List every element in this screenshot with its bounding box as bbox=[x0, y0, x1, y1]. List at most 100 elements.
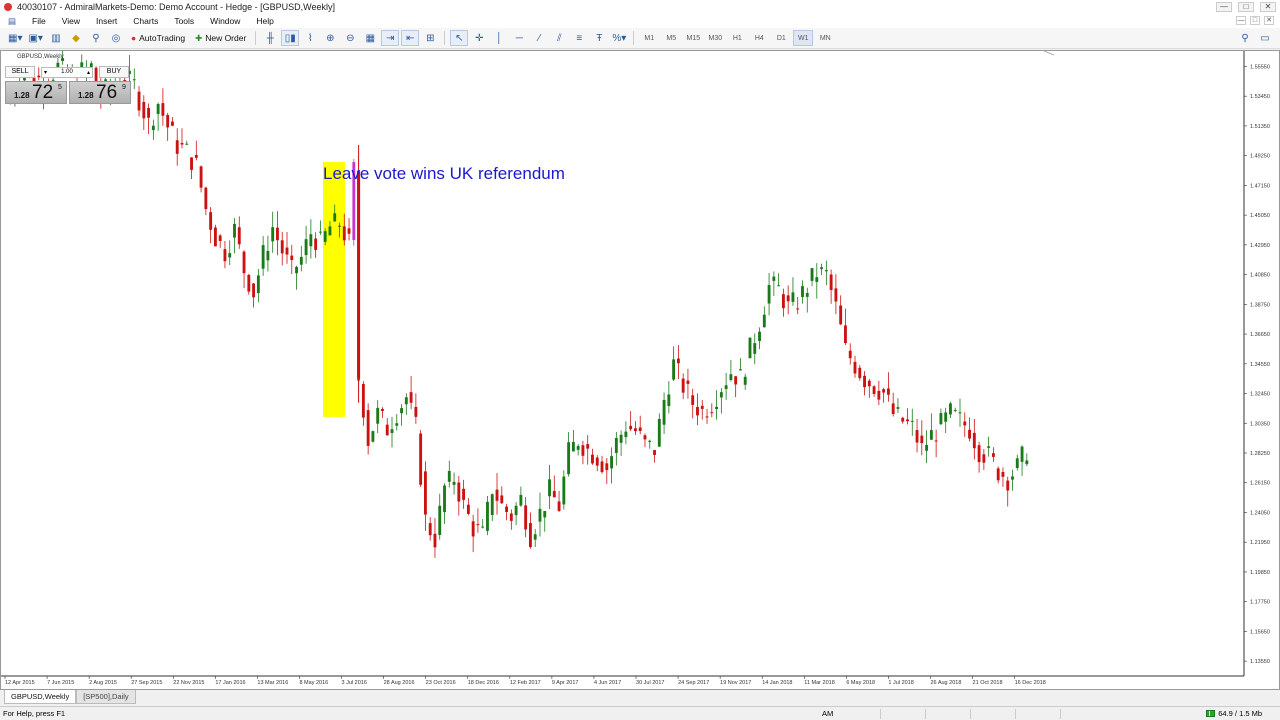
timeframe-m5[interactable]: M5 bbox=[661, 30, 681, 46]
timeframe-m15[interactable]: M15 bbox=[683, 30, 703, 46]
candle-body bbox=[457, 482, 461, 502]
candle-body bbox=[242, 251, 246, 274]
text-tool-icon[interactable]: Ŧ bbox=[590, 30, 608, 46]
line-chart-icon[interactable]: ⌇ bbox=[301, 30, 319, 46]
y-tick-label: 1.36650 bbox=[1250, 332, 1270, 338]
candle-body bbox=[223, 249, 227, 262]
trendline-icon[interactable]: ⁄ bbox=[530, 30, 548, 46]
timeframe-mn[interactable]: MN bbox=[815, 30, 835, 46]
candle-body bbox=[944, 412, 948, 422]
candle-body bbox=[786, 295, 790, 302]
lot-increase-icon[interactable]: ▴ bbox=[87, 69, 90, 76]
equidistant-channel-icon[interactable]: ⫽ bbox=[550, 30, 568, 46]
x-tick-label: 1 Jul 2018 bbox=[888, 680, 913, 686]
shapes-icon[interactable]: %▾ bbox=[610, 30, 628, 46]
y-tick-label: 1.42950 bbox=[1250, 243, 1270, 249]
tab-gbpusd-weekly[interactable]: GBPUSD,Weekly bbox=[4, 690, 77, 704]
strategy-tester-icon[interactable]: ◎ bbox=[107, 30, 125, 46]
candle-body bbox=[180, 142, 184, 145]
chart-window-icon[interactable]: ▤ bbox=[0, 16, 24, 27]
auto-scroll-icon[interactable]: ⇥ bbox=[381, 30, 400, 46]
profiles-icon[interactable]: ▣▾ bbox=[26, 30, 44, 46]
timeframe-h1[interactable]: H1 bbox=[727, 30, 747, 46]
candle-body bbox=[443, 485, 446, 513]
candle-body bbox=[619, 434, 623, 443]
zoom-in-icon[interactable]: ⊕ bbox=[321, 30, 339, 46]
sell-button[interactable]: SELL bbox=[5, 66, 35, 78]
menu-window[interactable]: Window bbox=[202, 16, 248, 26]
timeframe-h4[interactable]: H4 bbox=[749, 30, 769, 46]
candle-body bbox=[290, 255, 294, 260]
mdi-minimize-button[interactable]: — bbox=[1236, 16, 1246, 25]
autotrading-button[interactable]: ● AutoTrading bbox=[127, 30, 189, 46]
candle-body bbox=[758, 331, 761, 342]
menu-tools[interactable]: Tools bbox=[166, 16, 202, 26]
x-tick-label: 19 Nov 2017 bbox=[720, 680, 751, 686]
lot-decrease-icon[interactable]: ▾ bbox=[44, 69, 47, 76]
horizontal-line-icon[interactable]: ─ bbox=[510, 30, 528, 46]
mdi-restore-button[interactable]: □ bbox=[1250, 16, 1260, 25]
buy-price-box[interactable]: 1.28 76 9 bbox=[69, 81, 131, 104]
indicators-icon[interactable]: ⊞ bbox=[421, 30, 439, 46]
chart-window[interactable]: 1.55550 1.53450 1.51350 1.49250 1.47150 1.450… bbox=[0, 50, 1280, 690]
new-order-button[interactable]: ✚ New Order bbox=[191, 30, 250, 46]
menu-file[interactable]: File bbox=[24, 16, 54, 26]
fibonacci-icon[interactable]: ≡ bbox=[570, 30, 588, 46]
tab-sp500-daily[interactable]: [SP500],Daily bbox=[76, 690, 136, 704]
bar-chart-icon[interactable]: ╫ bbox=[261, 30, 279, 46]
connection-status[interactable]: 64.9 / 1.5 Mb bbox=[1206, 709, 1262, 718]
price-chart[interactable]: 1.55550 1.53450 1.51350 1.49250 1.47150 1.450… bbox=[1, 51, 1279, 689]
search-icon[interactable]: ⚲ bbox=[1236, 30, 1254, 46]
candle-body bbox=[834, 288, 838, 302]
chat-icon[interactable]: ▭ bbox=[1256, 30, 1274, 46]
candle-body bbox=[185, 143, 189, 145]
candle-body bbox=[953, 409, 957, 411]
market-watch-icon[interactable]: ▥ bbox=[47, 30, 65, 46]
menu-charts[interactable]: Charts bbox=[125, 16, 166, 26]
timeframe-w1[interactable]: W1 bbox=[793, 30, 814, 46]
navigator-icon[interactable]: ◆ bbox=[67, 30, 85, 46]
candle-body bbox=[500, 495, 504, 504]
candle-body bbox=[700, 405, 704, 409]
timeframe-m30[interactable]: M30 bbox=[705, 30, 725, 46]
candle-body bbox=[715, 406, 719, 410]
status-divider bbox=[925, 709, 926, 719]
close-button[interactable]: ✕ bbox=[1260, 2, 1276, 12]
maximize-button[interactable]: □ bbox=[1238, 2, 1254, 12]
candle-body bbox=[452, 481, 456, 485]
autotrading-label: AutoTrading bbox=[139, 33, 186, 43]
lot-size-input[interactable]: ▾ 1.00 ▴ bbox=[41, 66, 93, 78]
vertical-line-icon[interactable]: │ bbox=[490, 30, 508, 46]
zoom-out-icon[interactable]: ⊖ bbox=[341, 30, 359, 46]
chart-shift-icon[interactable]: ⇤ bbox=[401, 30, 420, 46]
candlestick-chart-icon[interactable]: ▯▮ bbox=[281, 30, 300, 46]
mdi-close-button[interactable]: ✕ bbox=[1264, 16, 1274, 25]
new-chart-icon[interactable]: ▦▾ bbox=[6, 30, 24, 46]
timeframe-m1[interactable]: M1 bbox=[639, 30, 659, 46]
terminal-icon[interactable]: ⚲ bbox=[87, 30, 105, 46]
candle-body bbox=[557, 501, 561, 511]
minimize-button[interactable]: — bbox=[1216, 2, 1232, 12]
buy-button[interactable]: BUY bbox=[99, 66, 129, 78]
cursor-icon[interactable]: ↖ bbox=[450, 30, 469, 46]
y-tick-label: 1.51350 bbox=[1250, 124, 1270, 130]
menu-insert[interactable]: Insert bbox=[88, 16, 125, 26]
candle-body bbox=[915, 430, 919, 443]
candle-body bbox=[147, 108, 151, 118]
new-order-label: New Order bbox=[205, 33, 247, 43]
candle-body bbox=[729, 374, 733, 380]
chart-annotation-text[interactable]: Leave vote wins UK referendum bbox=[323, 164, 565, 184]
x-tick-label: 12 Feb 2017 bbox=[510, 680, 541, 686]
menu-help[interactable]: Help bbox=[248, 16, 281, 26]
candle-body bbox=[471, 521, 475, 537]
crosshair-icon[interactable]: ✛ bbox=[470, 30, 488, 46]
tile-windows-icon[interactable]: ▦ bbox=[361, 30, 379, 46]
menu-view[interactable]: View bbox=[54, 16, 88, 26]
candle-body bbox=[218, 235, 222, 241]
candle-body bbox=[438, 505, 442, 535]
sell-price-box[interactable]: 1.28 72 5 bbox=[5, 81, 67, 104]
candle-body bbox=[505, 506, 508, 512]
timeframe-d1[interactable]: D1 bbox=[771, 30, 791, 46]
y-tick-label: 1.49250 bbox=[1250, 154, 1270, 160]
candle-body bbox=[342, 226, 346, 241]
